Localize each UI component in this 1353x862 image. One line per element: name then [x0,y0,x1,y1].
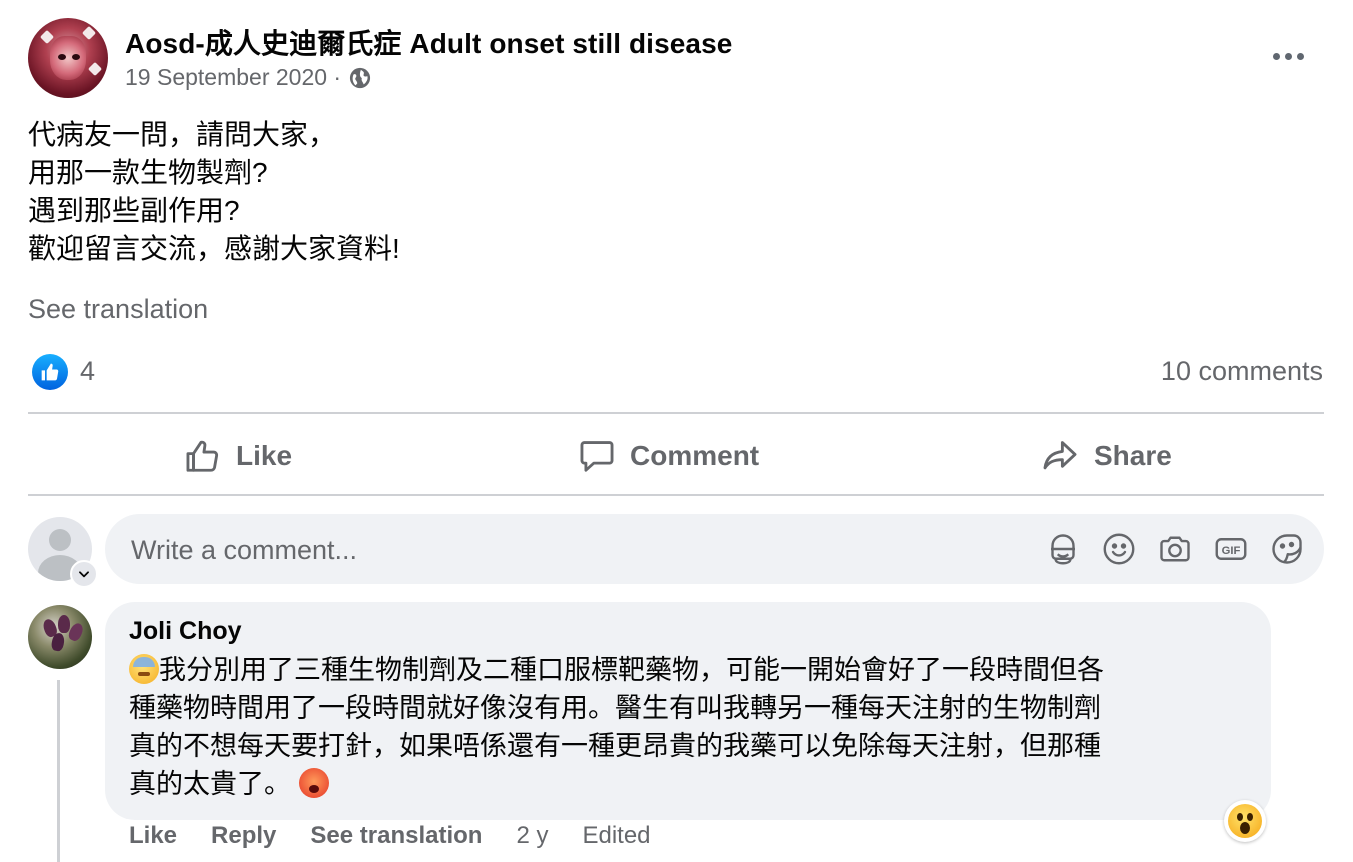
svg-text:GIF: GIF [1222,545,1241,557]
like-reaction-icon[interactable] [32,354,68,390]
share-icon [1043,441,1077,470]
gif-icon[interactable]: GIF [1213,531,1249,567]
post-text: 代病友一問，請問大家， 用那一款生物製劑? 遇到那些副作用? 歡迎留言交流，感謝… [28,116,400,268]
reaction-count[interactable]: 4 [80,356,95,387]
chevron-down-icon [79,571,89,578]
globe-icon [350,67,371,88]
comments-count-link[interactable]: 10 comments [1161,356,1323,387]
avatar-sticker-icon[interactable] [1045,531,1081,567]
post-options-button[interactable] [1262,36,1314,76]
post-date[interactable]: 19 September 2020 · [125,64,341,91]
share-button-label: Share [1094,440,1172,471]
sticker-icon[interactable] [1269,531,1305,567]
comment-reaction-badge[interactable] [1224,800,1266,842]
emoji-icon[interactable] [1101,531,1137,567]
post-text-line: 歡迎留言交流，感謝大家資料! [28,233,400,264]
more-dots-icon [1272,52,1280,60]
wow-icon [1228,804,1262,838]
camera-icon[interactable] [1157,531,1193,567]
comment-timestamp[interactable]: 2 y [516,822,548,850]
see-translation-link[interactable]: See translation [28,294,208,325]
comment-text-line: 真的太貴了。 [129,769,291,799]
post-text-line: 遇到那些副作用? [28,195,240,226]
comment-icon [580,441,614,472]
comment-button[interactable]: Comment [578,432,759,480]
post-meta: 19 September 2020 · [125,64,371,91]
sad-sweat-emoji-icon [129,654,159,684]
comment-reply-button[interactable]: Reply [211,822,276,850]
comment-author[interactable]: Joli Choy [129,617,242,646]
post-text-line: 用那一款生物製劑? [28,157,268,188]
comment-text: 我分別用了三種生物制劑及二種口服標靶藥物，可能一開始會好了一段時間但各 種藥物時… [129,651,1254,803]
comment-text-line: 真的不想每天要打針，如果唔係還有一種更昂貴的我藥可以免除每天注射，但那種 [129,731,1101,761]
share-button[interactable]: Share [1040,432,1172,480]
comment-like-button[interactable]: Like [129,822,177,850]
commenter-avatar[interactable] [28,605,92,669]
comment-see-translation-link[interactable]: See translation [310,822,482,850]
comment-edited-label[interactable]: Edited [582,822,650,850]
divider [28,412,1324,414]
divider [28,494,1324,496]
comment-actions: Like Reply See translation 2 y Edited [129,822,651,850]
like-button[interactable]: Like [184,432,292,480]
hot-face-emoji-icon [298,768,329,798]
like-button-label: Like [236,440,293,471]
comment-text-line: 我分別用了三種生物制劑及二種口服標靶藥物，可能一開始會好了一段時間但各 [159,655,1104,685]
post-text-line: 代病友一問，請問大家， [28,119,337,150]
group-name-link[interactable]: Aosd-成人史迪爾氏症 Adult onset still disease [125,22,732,62]
comment-composer[interactable]: GIF [105,514,1324,584]
like-icon [186,440,219,472]
comment-text-line: 種藥物時間用了一段時間就好像沒有用。醫生有叫我轉另一種每天注射的生物制劑 [129,693,1101,723]
comment-input[interactable] [129,526,1013,574]
group-avatar[interactable] [28,18,108,98]
thread-line [57,680,60,862]
thumbs-up-icon [41,363,59,381]
comment-button-label: Comment [630,440,760,471]
profile-switch-button[interactable] [70,560,98,588]
